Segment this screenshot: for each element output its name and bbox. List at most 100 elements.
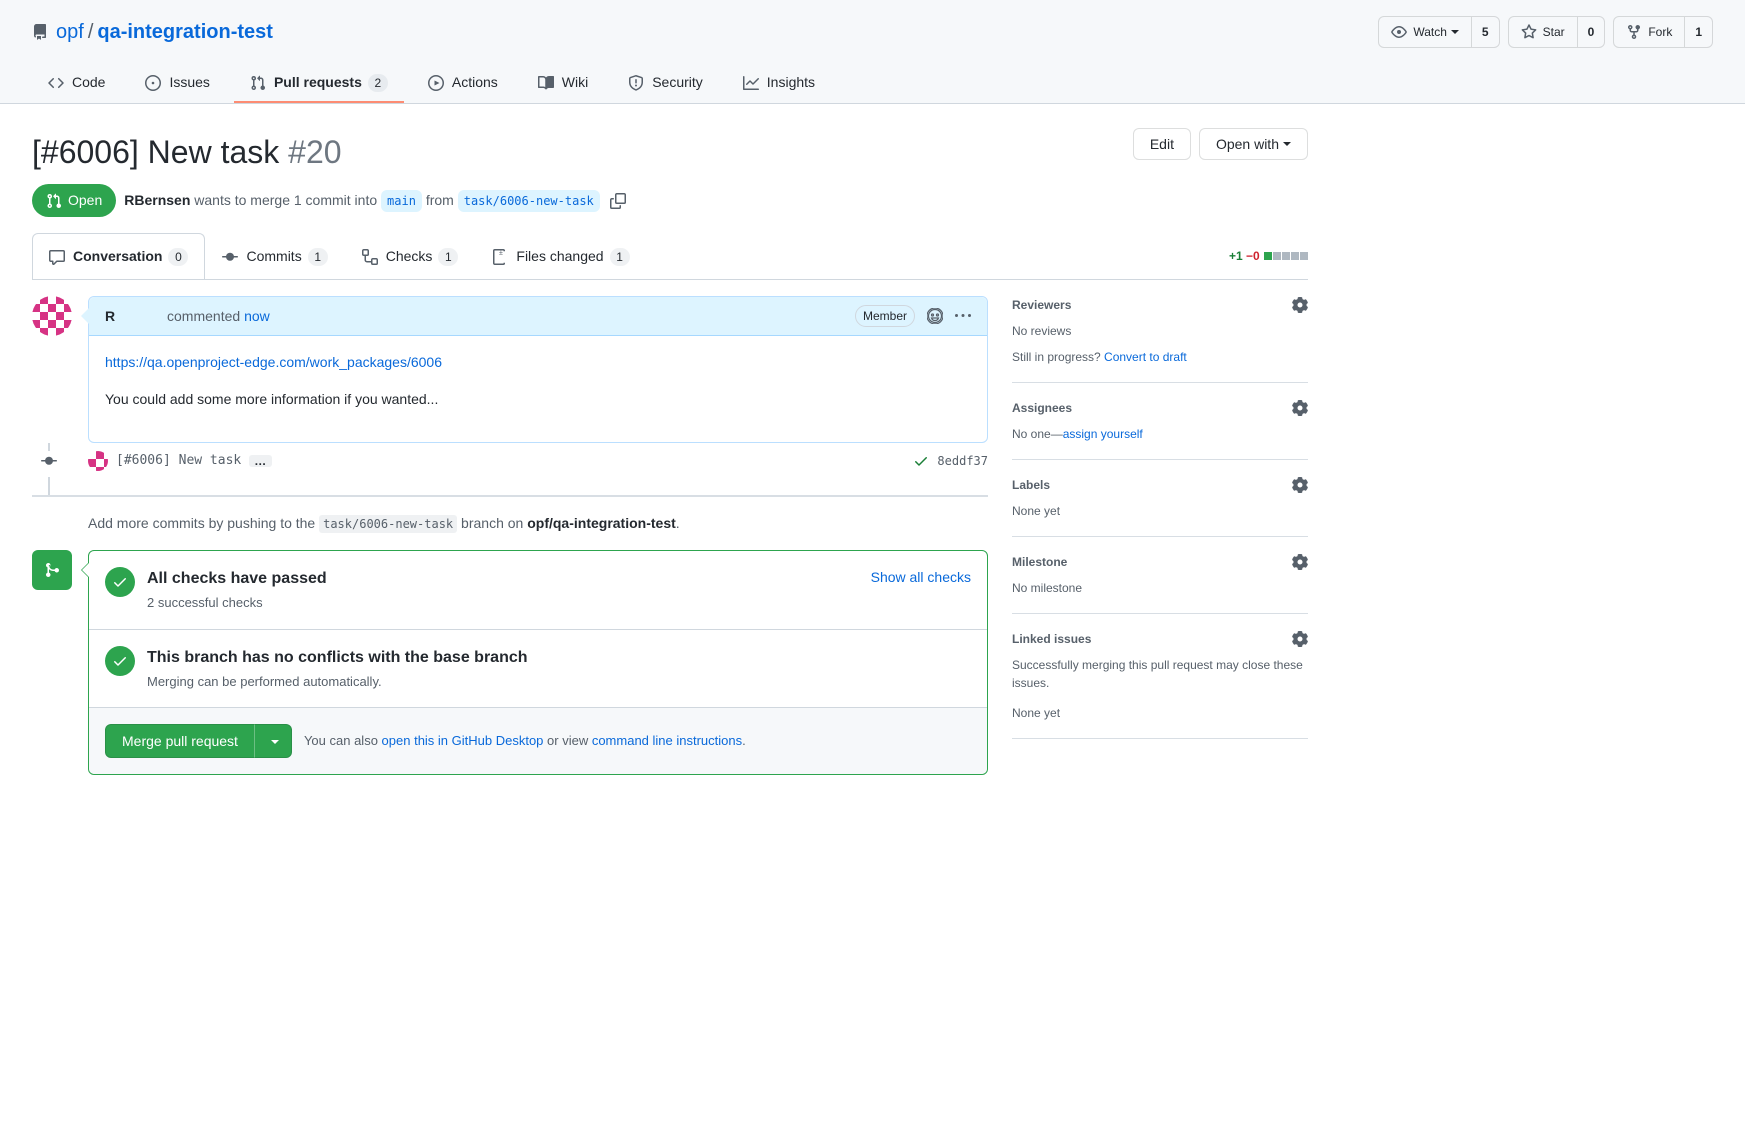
pr-header: [#6006] New task #20 Edit Open with Open… bbox=[32, 128, 1308, 217]
merge-button[interactable]: Merge pull request bbox=[105, 724, 255, 758]
pr-meta: Open RBernsen wants to merge 1 commit in… bbox=[32, 184, 1308, 217]
comment-box: R commented now Member https://qa.openpr… bbox=[88, 296, 988, 443]
fork-count[interactable]: 1 bbox=[1685, 16, 1713, 48]
repo-title: opf / qa-integration-test bbox=[32, 17, 273, 47]
sidebar-reviewers: Reviewers No reviews Still in progress? … bbox=[1012, 296, 1308, 383]
tab-files-count: 1 bbox=[610, 248, 630, 266]
base-branch[interactable]: main bbox=[381, 190, 422, 212]
fork-button[interactable]: Fork bbox=[1613, 16, 1685, 48]
gear-icon[interactable] bbox=[1292, 477, 1308, 493]
divider bbox=[32, 495, 988, 497]
star-count[interactable]: 0 bbox=[1578, 16, 1606, 48]
nav-issues[interactable]: Issues bbox=[129, 64, 225, 103]
edit-button[interactable]: Edit bbox=[1133, 128, 1191, 160]
open-with-button[interactable]: Open with bbox=[1199, 128, 1308, 160]
nav-code[interactable]: Code bbox=[32, 64, 121, 103]
labels-body: None yet bbox=[1012, 502, 1308, 520]
repo-header: opf / qa-integration-test Watch 5 Star 0 bbox=[0, 0, 1745, 104]
emoji-icon[interactable] bbox=[927, 308, 943, 324]
merge-dropdown-button[interactable] bbox=[254, 724, 292, 758]
tab-checks-count: 1 bbox=[438, 248, 458, 266]
comment-link[interactable]: https://qa.openproject-edge.com/work_pac… bbox=[105, 354, 442, 370]
nav-wiki[interactable]: Wiki bbox=[522, 64, 604, 103]
commit-icon bbox=[41, 451, 57, 477]
commit-message[interactable]: [#6006] New task bbox=[116, 451, 241, 471]
labels-title: Labels bbox=[1012, 476, 1050, 494]
merge-container: All checks have passed 2 successful chec… bbox=[32, 550, 988, 775]
tab-files[interactable]: ± Files changed 1 bbox=[475, 233, 646, 279]
comment-time-link[interactable]: now bbox=[244, 308, 270, 324]
ellipsis-button[interactable]: … bbox=[249, 455, 272, 467]
svg-text:±: ± bbox=[499, 250, 503, 257]
repo-owner-link[interactable]: opf bbox=[56, 17, 84, 47]
gear-icon[interactable] bbox=[1292, 631, 1308, 647]
sidebar: Reviewers No reviews Still in progress? … bbox=[1012, 296, 1308, 775]
role-label: Member bbox=[855, 305, 915, 327]
commit-sha[interactable]: 8eddf37 bbox=[937, 452, 988, 470]
nav-pulls-label: Pull requests bbox=[274, 72, 362, 93]
cli-instructions-link[interactable]: command line instructions bbox=[592, 733, 742, 748]
timeline-commit: [#6006] New task … 8eddf37 bbox=[88, 443, 988, 479]
pr-tabs: Conversation 0 Commits 1 Checks 1 ± File… bbox=[32, 233, 1308, 280]
convert-draft-link[interactable]: Convert to draft bbox=[1104, 350, 1187, 364]
open-desktop-link[interactable]: open this in GitHub Desktop bbox=[382, 733, 544, 748]
merge-alt-text: You can also open this in GitHub Desktop… bbox=[304, 731, 746, 751]
caret-down-icon bbox=[271, 740, 279, 744]
gear-icon[interactable] bbox=[1292, 554, 1308, 570]
checks-title: All checks have passed bbox=[147, 567, 327, 591]
push-hint: Add more commits by pushing to the task/… bbox=[88, 513, 988, 534]
assignees-title: Assignees bbox=[1012, 399, 1072, 417]
nav-security[interactable]: Security bbox=[612, 64, 719, 103]
star-button[interactable]: Star bbox=[1508, 16, 1578, 48]
sidebar-labels: Labels None yet bbox=[1012, 460, 1308, 537]
sidebar-linked-issues: Linked issues Successfully merging this … bbox=[1012, 614, 1308, 739]
nav-wiki-label: Wiki bbox=[562, 72, 588, 93]
head-branch[interactable]: task/6006-new-task bbox=[458, 190, 600, 212]
tab-conversation[interactable]: Conversation 0 bbox=[32, 233, 205, 279]
nav-issues-label: Issues bbox=[169, 72, 209, 93]
gear-icon[interactable] bbox=[1292, 297, 1308, 313]
tab-checks[interactable]: Checks 1 bbox=[345, 233, 476, 279]
tab-conversation-label: Conversation bbox=[73, 246, 162, 267]
linked-body: None yet bbox=[1012, 704, 1308, 722]
conflict-title: This branch has no conflicts with the ba… bbox=[147, 646, 528, 670]
merge-status-icon bbox=[32, 550, 72, 590]
kebab-icon[interactable] bbox=[955, 308, 971, 324]
watch-count[interactable]: 5 bbox=[1472, 16, 1500, 48]
comment-text: You could add some more information if y… bbox=[105, 389, 971, 410]
assign-yourself-link[interactable]: assign yourself bbox=[1063, 427, 1143, 441]
nav-actions[interactable]: Actions bbox=[412, 64, 514, 103]
open-with-label: Open with bbox=[1216, 134, 1279, 154]
tab-commits-label: Commits bbox=[246, 246, 301, 267]
sidebar-assignees: Assignees No one—assign yourself bbox=[1012, 383, 1308, 460]
diffstat: +1 −0 bbox=[1229, 247, 1308, 265]
watch-button[interactable]: Watch bbox=[1378, 16, 1472, 48]
gear-icon[interactable] bbox=[1292, 400, 1308, 416]
nav-insights[interactable]: Insights bbox=[727, 64, 831, 103]
assignees-body: No one—assign yourself bbox=[1012, 425, 1308, 443]
check-circle-icon bbox=[105, 567, 135, 597]
show-all-checks-link[interactable]: Show all checks bbox=[871, 567, 971, 588]
nav-pulls-count: 2 bbox=[368, 74, 388, 92]
state-badge: Open bbox=[32, 184, 116, 217]
repo-name-link[interactable]: qa-integration-test bbox=[97, 17, 273, 47]
repo-nav: Code Issues Pull requests 2 Actions Wiki… bbox=[32, 64, 1713, 103]
sidebar-milestone: Milestone No milestone bbox=[1012, 537, 1308, 614]
pr-author[interactable]: RBernsen bbox=[124, 192, 190, 208]
tab-files-label: Files changed bbox=[516, 246, 603, 267]
comment-author[interactable]: R bbox=[105, 308, 115, 324]
nav-code-label: Code bbox=[72, 72, 105, 93]
avatar[interactable] bbox=[32, 296, 72, 336]
reviewers-line2: Still in progress? Convert to draft bbox=[1012, 348, 1308, 366]
tab-commits[interactable]: Commits 1 bbox=[205, 233, 344, 279]
copy-branch-button[interactable] bbox=[608, 191, 628, 211]
check-icon[interactable] bbox=[913, 453, 929, 469]
diff-additions: +1 bbox=[1229, 249, 1243, 263]
tab-conversation-count: 0 bbox=[168, 248, 188, 266]
state-label: Open bbox=[68, 190, 102, 211]
tab-checks-label: Checks bbox=[386, 246, 433, 267]
nav-pulls[interactable]: Pull requests 2 bbox=[234, 64, 404, 103]
avatar[interactable] bbox=[88, 451, 108, 471]
diff-deletions: −0 bbox=[1246, 249, 1260, 263]
linked-title: Linked issues bbox=[1012, 630, 1091, 648]
